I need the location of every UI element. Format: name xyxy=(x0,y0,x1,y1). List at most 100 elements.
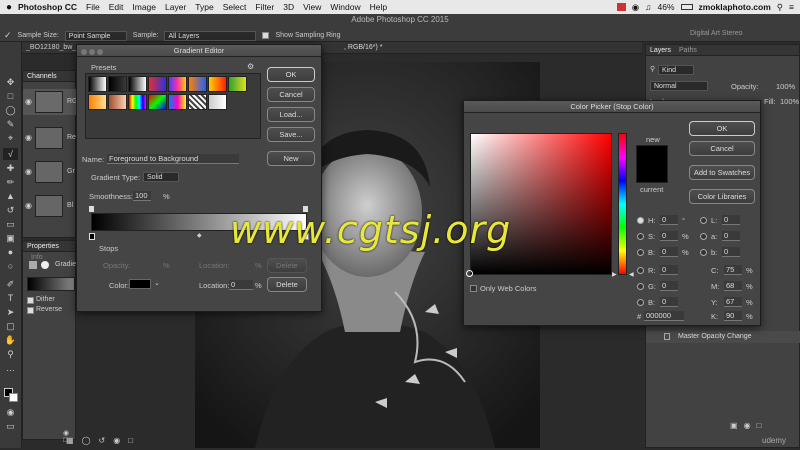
quick-select-tool-icon[interactable]: ✎ xyxy=(3,118,18,130)
eyedropper-tool-icon[interactable]: √ xyxy=(3,148,18,160)
color-stop-left[interactable] xyxy=(89,233,95,240)
blue-field[interactable]: 0 xyxy=(660,297,678,307)
menu-layer[interactable]: Layer xyxy=(165,2,186,12)
gradient-preview[interactable] xyxy=(27,277,75,291)
picker-circle-icon[interactable] xyxy=(466,270,473,277)
preset-swatch[interactable] xyxy=(148,94,167,110)
radio-g[interactable] xyxy=(637,283,644,290)
radio-lab-b[interactable] xyxy=(700,249,707,256)
sample-select[interactable]: All Layers xyxy=(164,30,257,41)
radio-a[interactable] xyxy=(700,233,707,240)
search-icon[interactable]: ⚲ xyxy=(777,2,783,13)
zoom-tool-icon[interactable]: ⚲ xyxy=(3,348,18,360)
kind-filter-select[interactable]: Kind xyxy=(658,65,694,75)
save-button[interactable]: Save... xyxy=(267,127,315,142)
cancel-button[interactable]: Cancel xyxy=(689,141,755,156)
b-field[interactable]: 0 xyxy=(660,247,678,257)
trash-icon[interactable]: □ xyxy=(128,436,133,445)
load-button[interactable]: Load... xyxy=(267,107,315,122)
menu-app[interactable]: Photoshop CC xyxy=(18,2,77,12)
radio-h[interactable] xyxy=(637,217,644,224)
apple-icon[interactable]: ● xyxy=(0,2,18,13)
only-web-colors-checkbox[interactable] xyxy=(470,285,477,292)
gradient-editor-title[interactable]: Gradient Editor xyxy=(77,45,321,57)
preset-swatch[interactable] xyxy=(148,76,167,92)
fx-icon[interactable]: ▦ xyxy=(66,436,74,445)
more-tools-icon[interactable]: … xyxy=(3,362,18,374)
lab-b-field[interactable]: 0 xyxy=(722,247,740,257)
pen-tool-icon[interactable]: ✐ xyxy=(3,278,18,290)
radio-s[interactable] xyxy=(637,233,644,240)
list-icon[interactable]: ≡ xyxy=(789,2,794,12)
l-field[interactable]: 0 xyxy=(722,215,740,225)
preset-swatch[interactable] xyxy=(188,94,207,110)
menu-3d[interactable]: 3D xyxy=(283,2,294,12)
eraser-tool-icon[interactable]: ▭ xyxy=(3,218,18,230)
document-tab-2[interactable]: , RGB/16*) * xyxy=(344,44,383,51)
preset-swatch[interactable] xyxy=(168,76,187,92)
k-field[interactable]: 90 xyxy=(724,311,742,321)
color-stop-swatch[interactable] xyxy=(129,279,151,289)
hue-arrow-left[interactable]: ▶ xyxy=(612,271,617,278)
g-field[interactable]: 0 xyxy=(660,281,678,291)
color-dropdown-icon[interactable]: ⌄ xyxy=(154,279,160,287)
menu-type[interactable]: Type xyxy=(195,2,213,12)
wifi-icon[interactable]: ◉ xyxy=(632,2,639,13)
user-name[interactable]: zmoklaphoto.com xyxy=(699,2,771,12)
hue-slider[interactable] xyxy=(618,133,627,275)
minimize-dot-icon[interactable] xyxy=(89,49,96,55)
background-color[interactable] xyxy=(9,393,18,402)
history-brush-icon[interactable]: ↺ xyxy=(3,204,18,216)
crop-tool-icon[interactable]: ⌖ xyxy=(3,132,18,144)
preset-swatch[interactable] xyxy=(168,94,187,110)
gradient-tool-icon[interactable]: ▣ xyxy=(3,232,18,244)
midpoint-diamond[interactable]: ◆ xyxy=(197,232,202,239)
radio-r[interactable] xyxy=(637,267,644,274)
name-field[interactable]: Foreground to Background xyxy=(107,154,239,164)
menu-edit[interactable]: Edit xyxy=(109,2,124,12)
preset-swatch[interactable] xyxy=(88,76,107,92)
color-libraries-button[interactable]: Color Libraries xyxy=(689,189,755,204)
blend-mode-select[interactable]: Normal xyxy=(650,81,708,91)
radio-blue[interactable] xyxy=(637,299,644,306)
move-tool-icon[interactable]: ✥ xyxy=(3,76,18,88)
add-to-swatches-button[interactable]: Add to Swatches xyxy=(689,165,755,180)
h-field[interactable]: 0 xyxy=(660,215,678,225)
record-icon[interactable] xyxy=(616,3,626,11)
path-select-icon[interactable]: ➤ xyxy=(3,306,18,318)
channel-row-red[interactable]: ◉ Re xyxy=(23,125,77,151)
volume-icon[interactable]: ♫ xyxy=(645,2,651,12)
m-field[interactable]: 68 xyxy=(724,281,742,291)
close-dot-icon[interactable] xyxy=(81,49,87,55)
history-item[interactable]: Master Opacity Change xyxy=(646,331,800,343)
radio-l[interactable] xyxy=(700,217,707,224)
channels-title[interactable]: Channels xyxy=(23,71,75,82)
battery-icon[interactable] xyxy=(680,4,693,10)
stamp-tool-icon[interactable]: ▲ xyxy=(3,190,18,202)
quick-mask-icon[interactable]: ◉ xyxy=(3,406,18,418)
eye-icon[interactable]: ◉ xyxy=(25,201,32,210)
ok-button[interactable]: OK xyxy=(689,121,755,136)
workspace-select[interactable]: Digital Art Stereo xyxy=(690,30,743,37)
menu-help[interactable]: Help xyxy=(370,2,387,12)
screen-mode-icon[interactable]: ▭ xyxy=(3,420,18,432)
preset-swatch[interactable] xyxy=(228,76,247,92)
new-button[interactable]: New xyxy=(267,151,315,166)
eye-icon[interactable]: ◉ xyxy=(113,436,120,445)
menu-image[interactable]: Image xyxy=(132,2,156,12)
channel-row-rgb[interactable]: ◉ RG xyxy=(23,89,78,115)
channel-row-blue[interactable]: ◉ Bl xyxy=(23,193,77,219)
menu-view[interactable]: View xyxy=(303,2,321,12)
color-picker-title[interactable]: Color Picker (Stop Color) xyxy=(464,101,760,113)
saturation-brightness-field[interactable] xyxy=(470,133,612,275)
healing-tool-icon[interactable]: ✚ xyxy=(3,162,18,174)
camera-icon[interactable]: ◉ xyxy=(744,421,751,430)
eye-icon[interactable]: ◉ xyxy=(25,167,32,176)
eye-icon[interactable]: ◉ xyxy=(25,133,32,142)
trash-icon[interactable]: □ xyxy=(757,421,762,430)
eye-icon[interactable]: ◉ xyxy=(25,97,32,106)
gradient-type-select[interactable]: Solid xyxy=(143,172,179,182)
smoothness-field[interactable]: 100 xyxy=(133,191,151,201)
menu-file[interactable]: File xyxy=(86,2,100,12)
hex-field[interactable]: 000000 xyxy=(644,311,684,321)
